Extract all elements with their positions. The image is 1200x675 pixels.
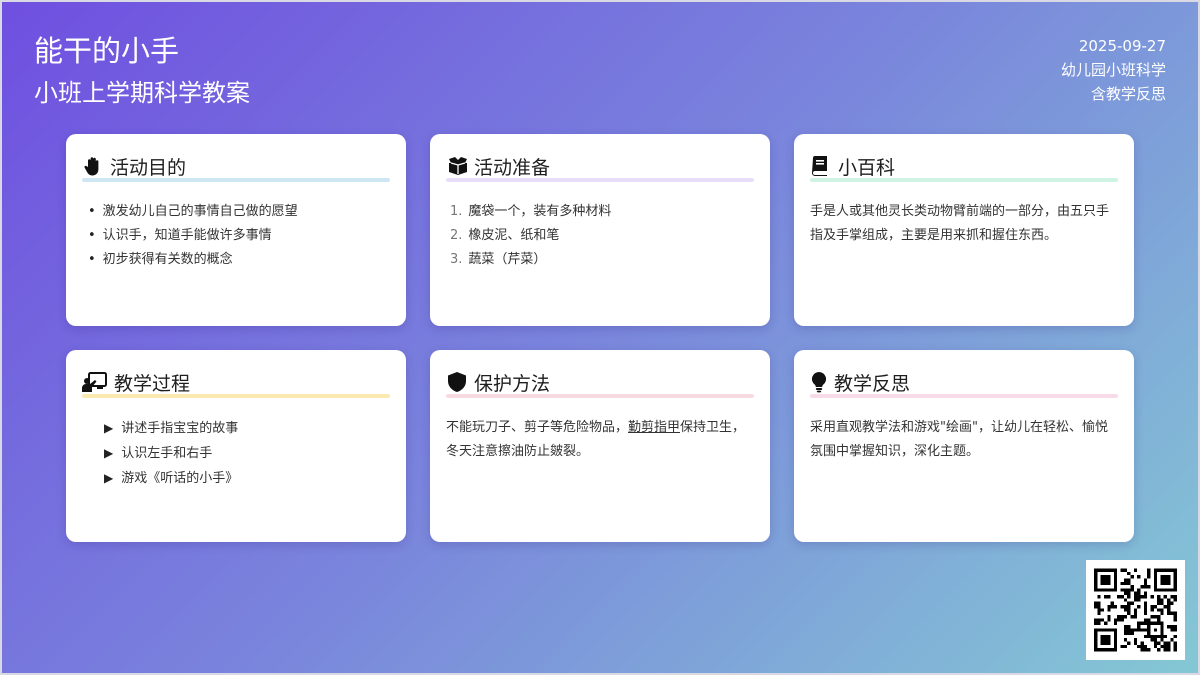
goal-list: 激发幼儿自己的事情自己做的愿望 认识手，知道手能做许多事情 初步获得有关数的概念 [82, 200, 390, 272]
card-wiki-accent-line [810, 178, 1118, 182]
header-meta: 2025-09-27 幼儿园小班科学 含教学反思 [1061, 34, 1166, 106]
hand-icon [82, 155, 104, 177]
card-prep-title: 活动准备 [474, 156, 551, 179]
teacher-icon [82, 371, 108, 393]
process-list: ▶ 讲述手指宝宝的故事 ▶ 认识左手和右手 ▶ 游戏《听话的小手》 [82, 416, 390, 491]
date-label: 2025-09-27 [1078, 37, 1166, 55]
card-reflect-accent-line [810, 394, 1118, 398]
item-number: 3. [450, 252, 463, 267]
item-text: 讲述手指宝宝的故事 [121, 421, 239, 436]
triangle-bullet-icon: ▶ [104, 471, 114, 485]
item-text: 游戏《听话的小手》 [121, 471, 239, 486]
item-number: 1. [450, 204, 463, 219]
card-process-accent-line [82, 394, 390, 398]
triangle-bullet-icon: ▶ [104, 446, 114, 460]
list-item: 认识手，知道手能做许多事情 [88, 224, 390, 248]
card-goal-header: 活动目的 [82, 152, 390, 182]
list-item: ▶ 游戏《听话的小手》 [104, 466, 390, 491]
card-process-header: 教学过程 [82, 368, 390, 398]
card-protect-title: 保护方法 [474, 372, 551, 395]
card-goal-title: 活动目的 [110, 156, 187, 179]
list-item: 3. 蔬菜（芹菜） [450, 248, 754, 272]
list-item: 1. 魔袋一个，装有多种材料 [450, 200, 754, 224]
card-prep-accent-line [446, 178, 754, 182]
card-process: 教学过程 ▶ 讲述手指宝宝的故事 ▶ 认识左手和右手 ▶ 游戏《听话的小手》 [66, 350, 406, 542]
note-label: 含教学反思 [1090, 85, 1166, 103]
page-title: 能干的小手 [34, 34, 180, 68]
qr-code [1086, 560, 1185, 660]
card-goal-accent-line [82, 178, 390, 182]
lightbulb-icon [810, 371, 828, 393]
list-item: 激发幼儿自己的事情自己做的愿望 [88, 200, 390, 224]
list-item: ▶ 认识左手和右手 [104, 441, 390, 466]
item-text: 橡皮泥、纸和笔 [468, 228, 560, 243]
card-protect-header: 保护方法 [446, 368, 754, 398]
protect-text: 不能玩刀子、剪子等危险物品，勤剪指甲保持卫生，冬天注意擦油防止皴裂。 [446, 416, 754, 464]
protect-text-before: 不能玩刀子、剪子等危险物品， [446, 420, 629, 435]
item-number: 2. [450, 228, 463, 243]
card-process-title: 教学过程 [114, 372, 191, 395]
page-subtitle: 小班上学期科学教案 [34, 79, 250, 107]
item-text: 蔬菜（芹菜） [468, 252, 547, 267]
card-wiki: 小百科 手是人或其他灵长类动物臂前端的一部分，由五只手指及手掌组成，主要是用来抓… [794, 134, 1134, 326]
wiki-text: 手是人或其他灵长类动物臂前端的一部分，由五只手指及手掌组成，主要是用来抓和握住东… [810, 204, 1110, 243]
triangle-bullet-icon: ▶ [104, 421, 114, 435]
card-goal: 活动目的 激发幼儿自己的事情自己做的愿望 认识手，知道手能做许多事情 初步获得有… [66, 134, 406, 326]
card-reflect-header: 教学反思 [810, 368, 1118, 398]
item-text: 认识左手和右手 [121, 446, 213, 461]
item-text: 魔袋一个，装有多种材料 [468, 204, 612, 219]
list-item: 2. 橡皮泥、纸和笔 [450, 224, 754, 248]
reflect-text: 采用直观教学法和游戏"绘画"，让幼儿在轻松、愉悦氛围中掌握知识，深化主题。 [810, 420, 1108, 459]
book-icon [810, 155, 832, 177]
box-icon [446, 155, 468, 177]
prep-list: 1. 魔袋一个，装有多种材料 2. 橡皮泥、纸和笔 3. 蔬菜（芹菜） [446, 200, 754, 272]
card-reflect: 教学反思 采用直观教学法和游戏"绘画"，让幼儿在轻松、愉悦氛围中掌握知识，深化主… [794, 350, 1134, 542]
card-protect: 保护方法 不能玩刀子、剪子等危险物品，勤剪指甲保持卫生，冬天注意擦油防止皴裂。 [430, 350, 770, 542]
shield-icon [446, 371, 468, 393]
card-wiki-title: 小百科 [838, 156, 896, 179]
card-wiki-header: 小百科 [810, 152, 1118, 182]
qr-code-icon [1094, 568, 1177, 652]
card-protect-accent-line [446, 394, 754, 398]
card-prep: 活动准备 1. 魔袋一个，装有多种材料 2. 橡皮泥、纸和笔 3. 蔬菜（芹菜） [430, 134, 770, 326]
list-item: 初步获得有关数的概念 [88, 248, 390, 272]
card-reflect-title: 教学反思 [834, 372, 911, 395]
protect-underlined-text: 勤剪指甲 [628, 420, 681, 435]
list-item: ▶ 讲述手指宝宝的故事 [104, 416, 390, 441]
card-prep-header: 活动准备 [446, 152, 754, 182]
category-label: 幼儿园小班科学 [1060, 61, 1166, 79]
